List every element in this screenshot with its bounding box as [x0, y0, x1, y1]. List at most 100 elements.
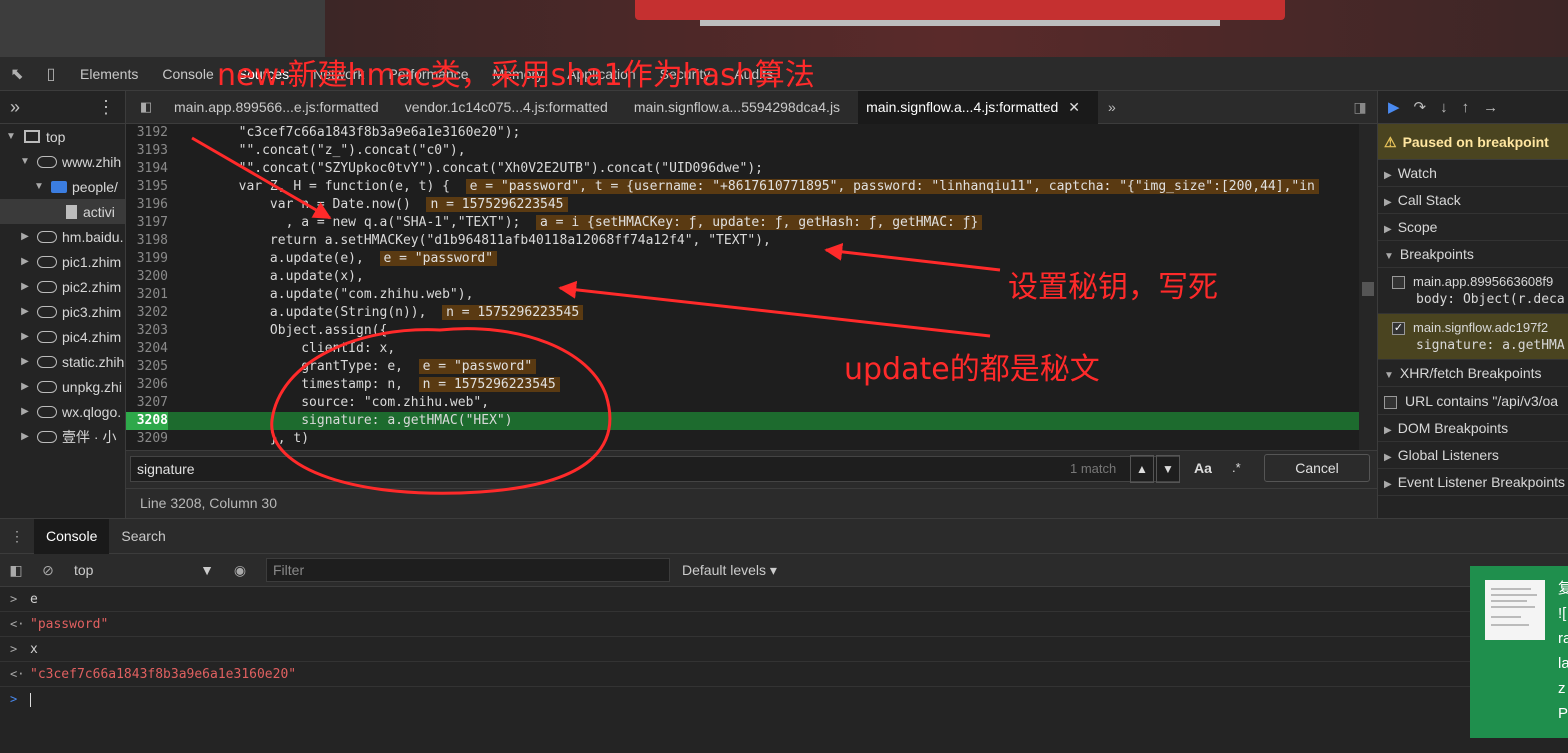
tree-item-domain[interactable]: ▶ wx.qlogo.	[0, 399, 125, 424]
folder-icon	[51, 180, 67, 193]
cancel-button[interactable]: Cancel	[1264, 454, 1370, 482]
section-dom-breakpoints[interactable]: ▶ DOM Breakpoints	[1378, 415, 1568, 443]
tree-item-top[interactable]: ▼ top	[0, 124, 125, 149]
chevron-right-icon: >	[10, 592, 18, 606]
tab-console-drawer[interactable]: Console	[34, 518, 110, 554]
notification-popup[interactable]: 复 ![ ra la z P	[1470, 566, 1568, 738]
collapse-arrow-icon[interactable]: ▶	[18, 381, 32, 392]
cloud-icon	[37, 305, 57, 318]
search-input[interactable]: signature	[130, 456, 1180, 482]
section-xhr-breakpoints[interactable]: ▼ XHR/fetch Breakpoints	[1378, 360, 1568, 388]
next-match-button[interactable]: ▼	[1156, 455, 1180, 483]
eye-icon[interactable]: ◉	[224, 562, 256, 579]
navigator-header: » ⋮	[0, 91, 125, 124]
sidebar-toggle-icon[interactable]: ◧	[0, 562, 32, 579]
tree-item-folder[interactable]: ▼ people/	[0, 174, 125, 199]
collapse-arrow-icon[interactable]: ▶	[18, 406, 32, 417]
code-line: 3206 timestamp: n, n = 1575296223545	[126, 376, 1359, 394]
code-line: 3193 "".concat("z_").concat("c0"),	[136, 143, 466, 158]
code-line: 3202 a.update(String(n)), n = 1575296223…	[126, 304, 1359, 322]
editor-tab[interactable]: main.app.899566...e.js:formatted	[166, 91, 397, 124]
log-levels-dropdown[interactable]: Default levels ▾	[682, 562, 777, 579]
console-output[interactable]: > e <· "password" > x <· "c3cef7c66a1843f8b3…	[0, 587, 1470, 753]
tree-item-domain[interactable]: ▶ pic4.zhim	[0, 324, 125, 349]
collapse-arrow-icon: ▶	[1384, 170, 1392, 181]
inline-value: e = "password", t = {username: "+8617610…	[465, 179, 1319, 194]
tree-item-domain[interactable]: ▶ hm.baidu.	[0, 224, 125, 249]
breakpoint-item-active[interactable]: ✓ main.signflow.adc197f2 signature: a.get…	[1378, 314, 1568, 361]
tab-search-drawer[interactable]: Search	[109, 519, 177, 554]
resume-icon[interactable]: ▶︎	[1388, 98, 1400, 116]
step-over-icon[interactable]: ↷	[1414, 98, 1427, 116]
more-tabs-icon[interactable]: »	[1098, 99, 1126, 115]
code-text: a.update(e), e = "password"	[176, 250, 498, 268]
tree-item-domain[interactable]: ▶ pic3.zhim	[0, 299, 125, 324]
collapse-arrow-icon[interactable]: ▶	[18, 431, 32, 442]
collapse-arrow-icon[interactable]: ▶	[18, 356, 32, 367]
breakpoint-checkbox[interactable]	[1392, 276, 1405, 290]
debugger-controls: ▶︎ ↷ ↓ ↑ →	[1378, 91, 1568, 124]
expand-arrow-icon[interactable]: ▼	[4, 131, 18, 142]
editor-tab[interactable]: vendor.1c14c075...4.js:formatted	[397, 91, 626, 124]
xhr-checkbox[interactable]	[1384, 395, 1397, 409]
expand-arrow-icon[interactable]: ▼	[18, 156, 32, 167]
code-line: 3209 }, t)	[136, 431, 310, 446]
chevron-right-icon: >	[10, 642, 18, 656]
section-watch[interactable]: ▶ Watch	[1378, 160, 1568, 187]
step-into-icon[interactable]: ↓	[1440, 99, 1448, 116]
tab-elements[interactable]: Elements	[68, 57, 150, 91]
tree-item-domain[interactable]: ▶ pic1.zhim	[0, 249, 125, 274]
regex-button[interactable]: .*	[1232, 460, 1241, 475]
breakpoint-item[interactable]: main.app.8995663608f9 body: Object(r.dec…	[1378, 268, 1568, 315]
previous-match-button[interactable]: ▲	[1130, 455, 1154, 483]
tree-item-domain[interactable]: ▶ static.zhih	[0, 349, 125, 374]
breakpoint-marker[interactable]: 3208	[126, 412, 168, 430]
collapse-arrow-icon[interactable]: ▶	[18, 256, 32, 267]
cloud-icon	[37, 405, 57, 418]
toggle-navigator-icon[interactable]: ◧	[126, 99, 166, 115]
step-out-icon[interactable]: ↑	[1462, 99, 1470, 116]
editor-scrollbar[interactable]	[1359, 124, 1377, 450]
tab-console[interactable]: Console	[150, 57, 225, 91]
inspect-element-icon[interactable]: ⬉	[0, 57, 34, 91]
collapse-arrow-icon[interactable]: ▶	[18, 306, 32, 317]
scrollbar-thumb[interactable]	[1362, 282, 1374, 296]
filter-input[interactable]: Filter	[266, 558, 670, 582]
xhr-breakpoint-item[interactable]: URL contains "/api/v3/oa	[1378, 387, 1568, 416]
code-text: a.update(String(n)), n = 1575296223545	[176, 304, 584, 322]
context-select[interactable]: top ▼	[64, 562, 224, 578]
collapse-arrow-icon[interactable]: ▶	[18, 331, 32, 342]
section-scope[interactable]: ▶ Scope	[1378, 214, 1568, 241]
toggle-debugger-icon[interactable]: ◨	[1343, 99, 1377, 116]
tree-item-domain[interactable]: ▶ unpkg.zhi	[0, 374, 125, 399]
tree-item-domain[interactable]: ▶ pic2.zhim	[0, 274, 125, 299]
close-icon[interactable]: ✕	[1068, 99, 1080, 115]
collapse-arrow-icon[interactable]: ▶	[18, 281, 32, 292]
step-icon[interactable]: →	[1483, 99, 1498, 116]
device-toolbar-icon[interactable]: ▯	[34, 57, 68, 91]
editor-tab[interactable]: main.signflow.a...5594298dca4.js	[626, 91, 858, 124]
drawer-tabbar: ⋮ Console Search	[0, 518, 1568, 554]
chevron-left-icon: <·	[10, 617, 25, 631]
section-call-stack[interactable]: ▶ Call Stack	[1378, 187, 1568, 214]
section-event-listener-breakpoints[interactable]: ▶ Event Listener Breakpoints	[1378, 469, 1568, 497]
code-line: 3204 clientId: x,	[136, 341, 396, 356]
clear-console-icon[interactable]: ⊘	[32, 562, 64, 579]
expand-arrow-icon[interactable]: ▼	[32, 181, 46, 192]
collapse-arrow-icon: ▶	[1384, 479, 1392, 491]
tree-item-domain[interactable]: ▶ 壹伴 · 小	[0, 424, 125, 449]
section-global-listeners[interactable]: ▶ Global Listeners	[1378, 442, 1568, 470]
tree-item-file[interactable]: activi	[0, 199, 125, 224]
file-navigator: » ⋮ ▼ top ▼ www.zhih ▼ people/ activi ▶ hm.b…	[0, 91, 126, 518]
match-case-button[interactable]: Aa	[1194, 460, 1212, 476]
kebab-menu-icon[interactable]: ⋮	[0, 528, 34, 545]
kebab-menu-icon[interactable]: ⋮	[97, 97, 115, 118]
console-prompt[interactable]: >	[0, 687, 1470, 712]
more-tabs-icon[interactable]: »	[10, 97, 20, 118]
code-text: grantType: e, e = "password"	[176, 358, 537, 376]
collapse-arrow-icon[interactable]: ▶	[18, 231, 32, 242]
breakpoint-checkbox[interactable]: ✓	[1392, 322, 1405, 336]
tree-item-domain[interactable]: ▼ www.zhih	[0, 149, 125, 174]
section-breakpoints[interactable]: ▼ Breakpoints	[1378, 241, 1568, 268]
editor-tab-active[interactable]: main.signflow.a...4.js:formatted ✕	[858, 90, 1098, 124]
